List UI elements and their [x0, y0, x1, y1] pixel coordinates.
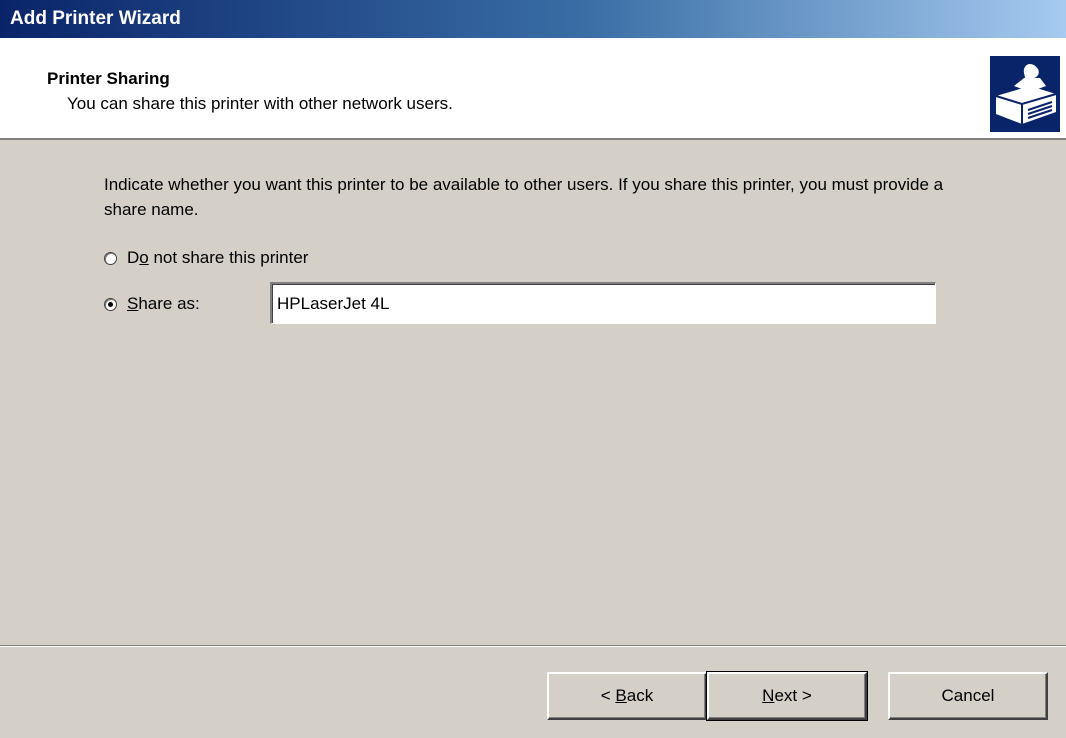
window-title-bar[interactable]: Add Printer Wizard [0, 0, 1066, 38]
wizard-header: Printer Sharing You can share this print… [0, 38, 1066, 140]
back-label: < Back [600, 686, 654, 705]
printer-sharing-icon [989, 55, 1061, 133]
do-not-share-label: Do not share this printer [127, 248, 309, 267]
add-printer-wizard-window: Add Printer Wizard Printer Sharing You c… [0, 0, 1066, 738]
do-not-share-radio[interactable] [104, 251, 117, 265]
next-label: Next > [762, 686, 812, 705]
share-as-radio[interactable] [104, 297, 117, 311]
share-as-option[interactable]: Share as: [104, 292, 200, 316]
back-button[interactable]: < Back [547, 672, 707, 720]
next-button[interactable]: Next > [706, 671, 868, 721]
share-name-input[interactable] [270, 282, 936, 324]
share-as-label: Share as: [127, 294, 200, 313]
page-title: Printer Sharing [47, 69, 170, 88]
cancel-label: Cancel [941, 686, 995, 705]
cancel-button[interactable]: Cancel [888, 672, 1048, 720]
button-divider [0, 645, 1066, 647]
page-subtitle: You can share this printer with other ne… [67, 94, 453, 113]
do-not-share-option[interactable]: Do not share this printer [104, 246, 308, 270]
intro-text: Indicate whether you want this printer t… [104, 175, 944, 219]
window-title: Add Printer Wizard [10, 8, 181, 29]
